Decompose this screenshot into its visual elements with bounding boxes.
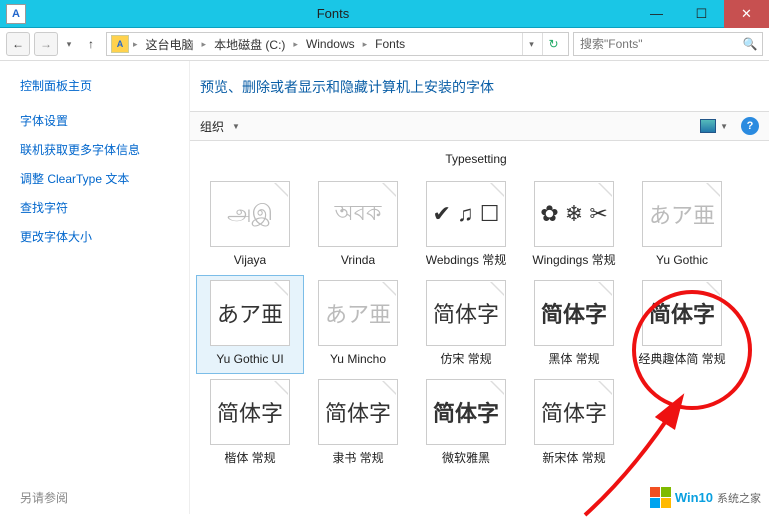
font-item-Webdings[interactable]: ✔ ♫ ☐ Webdings 常规 <box>412 176 520 275</box>
app-icon: A <box>6 4 26 24</box>
search-input[interactable] <box>576 37 740 51</box>
font-item-font14[interactable]: 简体字微软雅黑 <box>412 374 520 473</box>
maximize-button[interactable]: ☐ <box>679 0 724 28</box>
font-item-Wingdings[interactable]: ✿ ❄ ✂ Wingdings 常规 <box>520 176 628 275</box>
font-label: Vijaya <box>234 253 266 268</box>
font-label: 新宋体 常规 <box>542 451 605 466</box>
font-item-JingDianQuTi[interactable]: 简体字经典趣体简 常规 <box>628 275 736 374</box>
font-thumbnail: অবক <box>318 181 398 247</box>
breadcrumb-seg[interactable]: 本地磁盘 (C:) <box>210 36 289 53</box>
font-thumbnail: 简体字 <box>534 280 614 346</box>
font-item-Vijaya[interactable]: அஇ Vijaya <box>196 176 304 275</box>
font-item-font13[interactable]: 简体字隶书 常规 <box>304 374 412 473</box>
font-thumbnail: 简体字 <box>318 379 398 445</box>
font-item-font12[interactable]: 简体字楷体 常规 <box>196 374 304 473</box>
font-item-YuGothicUI[interactable]: あア亜 Yu Gothic UI <box>196 275 304 374</box>
font-thumbnail: ✿ ❄ ✂ <box>534 181 614 247</box>
forward-button[interactable]: → <box>34 32 58 56</box>
window-title: Fonts <box>32 6 634 21</box>
font-grid: Typesetting அஇ Vijaya অবক Vrinda ✔ ♫ ☐ Webding… <box>190 141 769 514</box>
page-heading: 预览、删除或者显示和隐藏计算机上安装的字体 <box>190 61 769 111</box>
font-thumbnail: 简体字 <box>534 379 614 445</box>
font-label: 黑体 常规 <box>548 352 599 367</box>
font-thumbnail: 简体字 <box>210 379 290 445</box>
windows-logo-icon <box>650 487 671 508</box>
font-label: Webdings 常规 <box>426 253 506 268</box>
location-icon: A <box>111 35 129 53</box>
font-thumbnail: あア亜 <box>210 280 290 346</box>
font-item-font15[interactable]: 简体字新宋体 常规 <box>520 374 628 473</box>
sidebar-link-change-size[interactable]: 更改字体大小 <box>20 228 181 245</box>
search-icon[interactable]: 🔍 <box>740 37 760 51</box>
chevron-down-icon[interactable]: ▼ <box>232 122 240 131</box>
search-box[interactable]: 🔍 <box>573 32 763 56</box>
minimize-button[interactable]: — <box>634 0 679 28</box>
font-item-YuGothic[interactable]: あア亜 Yu Gothic <box>628 176 736 275</box>
watermark: Win10 系统之家 <box>650 487 761 508</box>
font-label: 楷体 常规 <box>224 451 275 466</box>
back-button[interactable]: ← <box>6 32 30 56</box>
font-label: Typesetting <box>445 152 506 167</box>
address-bar: ← → ▾ ↑ A ▸ 这台电脑 ▸ 本地磁盘 (C:) ▸ Windows ▸… <box>0 28 769 61</box>
chevron-down-icon: ▼ <box>720 122 728 131</box>
breadcrumb-seg[interactable]: Fonts <box>371 37 409 51</box>
close-button[interactable]: ✕ <box>724 0 769 28</box>
font-thumbnail: 简体字 <box>426 280 506 346</box>
breadcrumb-dropdown[interactable]: ▾ <box>522 33 540 55</box>
font-thumbnail: 简体字 <box>426 379 506 445</box>
font-label: Yu Gothic UI <box>216 352 283 367</box>
sidebar-link-find-char[interactable]: 查找字符 <box>20 199 181 216</box>
font-item-FangSong[interactable]: 简体字仿宋 常规 <box>412 275 520 374</box>
chevron-right-icon: ▸ <box>291 39 300 50</box>
view-options-button[interactable]: ▼ <box>695 116 733 136</box>
font-label: Vrinda <box>341 253 375 268</box>
font-label: 隶书 常规 <box>332 451 383 466</box>
chevron-right-icon: ▸ <box>200 39 209 50</box>
watermark-text1: Win10 <box>675 490 713 505</box>
breadcrumb[interactable]: A ▸ 这台电脑 ▸ 本地磁盘 (C:) ▸ Windows ▸ Fonts ▾… <box>106 32 569 56</box>
content-area: 预览、删除或者显示和隐藏计算机上安装的字体 组织 ▼ ▼ ? Typesetti… <box>190 61 769 514</box>
organize-bar: 组织 ▼ ▼ ? <box>190 111 769 141</box>
chevron-right-icon: ▸ <box>131 39 140 50</box>
chevron-right-icon: ▸ <box>361 39 370 50</box>
titlebar: A Fonts — ☐ ✕ <box>0 0 769 28</box>
view-icon <box>700 119 716 133</box>
font-label: 经典趣体简 常规 <box>638 352 725 367</box>
font-label: Wingdings 常规 <box>532 253 615 268</box>
sidebar: 控制面板主页 字体设置 联机获取更多字体信息 调整 ClearType 文本 查… <box>0 61 190 514</box>
font-item-SimHei[interactable]: 简体字黑体 常规 <box>520 275 628 374</box>
history-dropdown[interactable]: ▾ <box>62 39 76 50</box>
sidebar-link-font-settings[interactable]: 字体设置 <box>20 112 181 129</box>
font-item-YuMincho[interactable]: あア亜 Yu Mincho <box>304 275 412 374</box>
font-label: Yu Gothic <box>656 253 708 268</box>
font-label: 微软雅黑 <box>442 451 490 466</box>
organize-button[interactable]: 组织 <box>200 118 224 135</box>
font-thumbnail: அஇ <box>210 181 290 247</box>
font-thumbnail: あア亜 <box>318 280 398 346</box>
see-also-label: 另请参阅 <box>20 489 68 506</box>
sidebar-link-cleartype[interactable]: 调整 ClearType 文本 <box>20 170 181 187</box>
refresh-button[interactable]: ↻ <box>542 33 564 55</box>
sidebar-link-get-fonts-online[interactable]: 联机获取更多字体信息 <box>20 141 181 158</box>
font-label: 仿宋 常规 <box>440 352 491 367</box>
font-thumbnail: 简体字 <box>642 280 722 346</box>
up-button[interactable]: ↑ <box>80 33 102 55</box>
font-item-Typesetting[interactable]: Typesetting <box>196 147 756 176</box>
font-item-Vrinda[interactable]: অবক Vrinda <box>304 176 412 275</box>
help-button[interactable]: ? <box>741 117 759 135</box>
font-thumbnail: ✔ ♫ ☐ <box>426 181 506 247</box>
font-label: Yu Mincho <box>330 352 386 367</box>
control-panel-home-link[interactable]: 控制面板主页 <box>20 77 181 94</box>
font-thumbnail: あア亜 <box>642 181 722 247</box>
breadcrumb-seg[interactable]: Windows <box>302 37 359 51</box>
breadcrumb-seg[interactable]: 这台电脑 <box>142 36 198 53</box>
watermark-text2: 系统之家 <box>717 490 761 506</box>
